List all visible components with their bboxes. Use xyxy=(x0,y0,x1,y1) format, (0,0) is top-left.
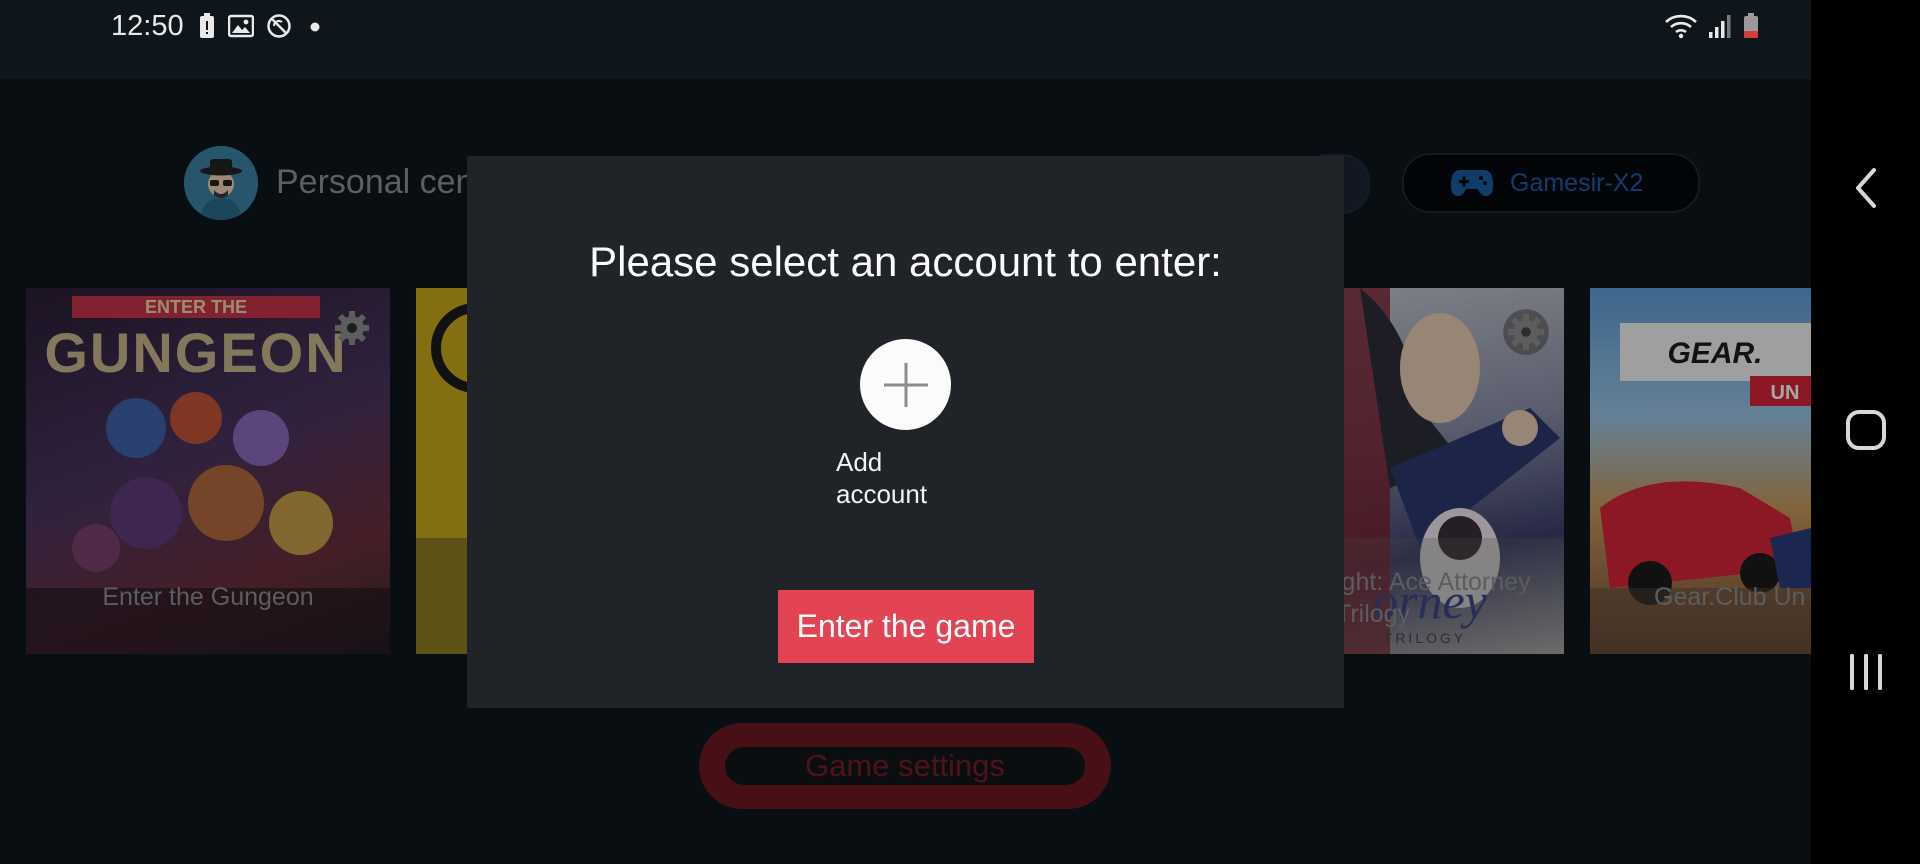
system-navbar xyxy=(1811,0,1920,864)
battery-alert-icon xyxy=(200,13,214,38)
signal-icon xyxy=(1709,15,1731,38)
account-select-dialog: Please select an account to enter: Add a… xyxy=(467,156,1344,708)
status-icons-left xyxy=(198,12,326,40)
add-account-button[interactable] xyxy=(860,339,951,430)
home-button[interactable] xyxy=(1811,390,1920,470)
no-sync-icon xyxy=(267,14,291,38)
enter-game-button[interactable]: Enter the game xyxy=(778,590,1034,663)
status-time: 12:50 xyxy=(111,10,184,42)
plus-icon xyxy=(883,362,928,407)
dot-icon xyxy=(310,22,320,32)
status-bar: 12:50 xyxy=(0,0,1811,79)
add-account-label: Add account xyxy=(836,447,928,509)
back-chevron-icon xyxy=(1855,168,1876,208)
recents-lines-icon xyxy=(1849,654,1882,690)
status-icons-right xyxy=(1664,12,1760,40)
home-square-icon xyxy=(1845,410,1886,450)
app-screen: 12:50 Personal cent Gamesir-X2 ENTER THE… xyxy=(0,0,1811,864)
recents-button[interactable] xyxy=(1811,632,1920,712)
wifi-icon xyxy=(1665,14,1697,39)
image-icon xyxy=(228,14,254,38)
battery-low-icon xyxy=(1744,13,1758,38)
dialog-title: Please select an account to enter: xyxy=(589,238,1222,285)
back-button[interactable] xyxy=(1811,148,1920,228)
